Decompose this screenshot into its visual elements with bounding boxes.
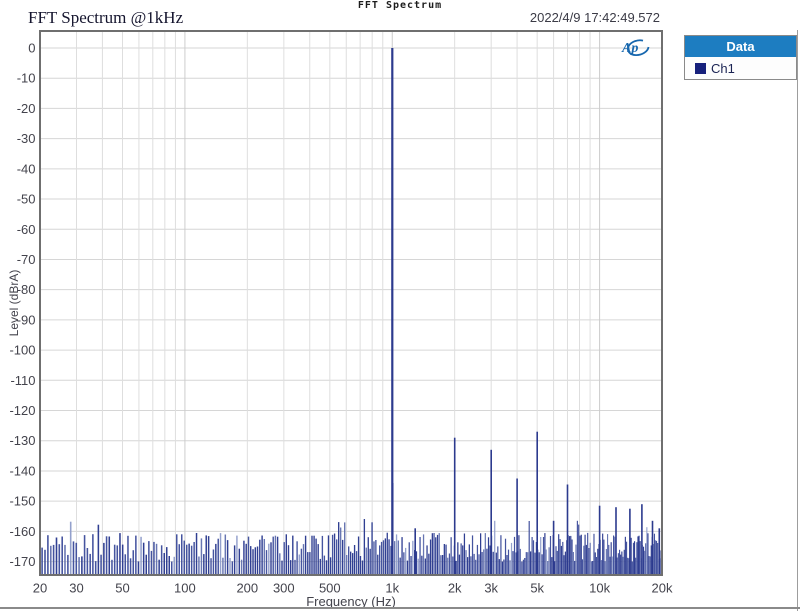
y-tick-label: -20 bbox=[17, 101, 36, 116]
fft-bin-peak bbox=[490, 450, 492, 575]
y-tick-label: 0 bbox=[28, 41, 35, 56]
fft-bin-peak bbox=[414, 528, 416, 575]
y-tick-label: -140 bbox=[9, 463, 35, 478]
fft-bin-peak bbox=[615, 507, 617, 575]
y-tick-label: -100 bbox=[9, 343, 35, 358]
fft-bin-peak bbox=[567, 485, 569, 576]
panel-divider-right bbox=[797, 30, 798, 611]
spectral-peaks bbox=[391, 48, 660, 575]
y-tick-label: -50 bbox=[17, 192, 36, 207]
y-tick-label: -40 bbox=[17, 161, 36, 176]
y-tick-label: -120 bbox=[9, 403, 35, 418]
legend-item-label: Ch1 bbox=[711, 61, 735, 76]
y-tick-label: -110 bbox=[10, 373, 35, 388]
legend-item-ch1[interactable]: Ch1 bbox=[685, 57, 796, 79]
ch1-swatch-icon bbox=[695, 63, 706, 74]
y-tick-label: -60 bbox=[17, 222, 36, 237]
y-tick-label: -70 bbox=[17, 252, 36, 267]
fft-bin-peak bbox=[599, 506, 601, 575]
ap-logo-text: Ap bbox=[621, 41, 638, 56]
fft-bin-peak bbox=[553, 521, 555, 575]
window-border-bottom bbox=[0, 607, 800, 609]
y-axis-title: Level (dBrA) bbox=[7, 270, 21, 337]
y-tick-label: -160 bbox=[9, 524, 35, 539]
y-tick-label: -30 bbox=[17, 131, 36, 146]
fft-analyzer-window: FFT Spectrum FFT Spectrum @1kHz 2022/4/9… bbox=[0, 0, 800, 611]
plot-border bbox=[40, 31, 662, 575]
fft-bin-peak bbox=[454, 438, 456, 575]
fft-bin-peak bbox=[391, 48, 393, 575]
fft-bin-peak bbox=[659, 528, 661, 575]
legend-panel: Data Ch1 bbox=[684, 35, 797, 80]
fft-plot[interactable]: 0-10-20-30-40-50-60-70-80-90-100-110-120… bbox=[0, 0, 800, 611]
fft-bin-peak bbox=[641, 504, 643, 575]
y-tick-label: -130 bbox=[9, 433, 35, 448]
y-tick-label: -10 bbox=[17, 71, 36, 86]
vertical-gridlines bbox=[77, 31, 662, 575]
fft-bin-peak bbox=[652, 521, 654, 575]
fft-bin-peak bbox=[536, 432, 538, 575]
ap-logo-icon: Ap bbox=[619, 36, 655, 58]
y-tick-label: -150 bbox=[9, 494, 35, 509]
horizontal-gridlines bbox=[40, 48, 662, 562]
y-tick-label: -170 bbox=[9, 554, 35, 569]
fft-bin-peak bbox=[516, 479, 518, 576]
legend-header: Data bbox=[685, 36, 796, 57]
fft-bin-peak bbox=[629, 509, 631, 575]
